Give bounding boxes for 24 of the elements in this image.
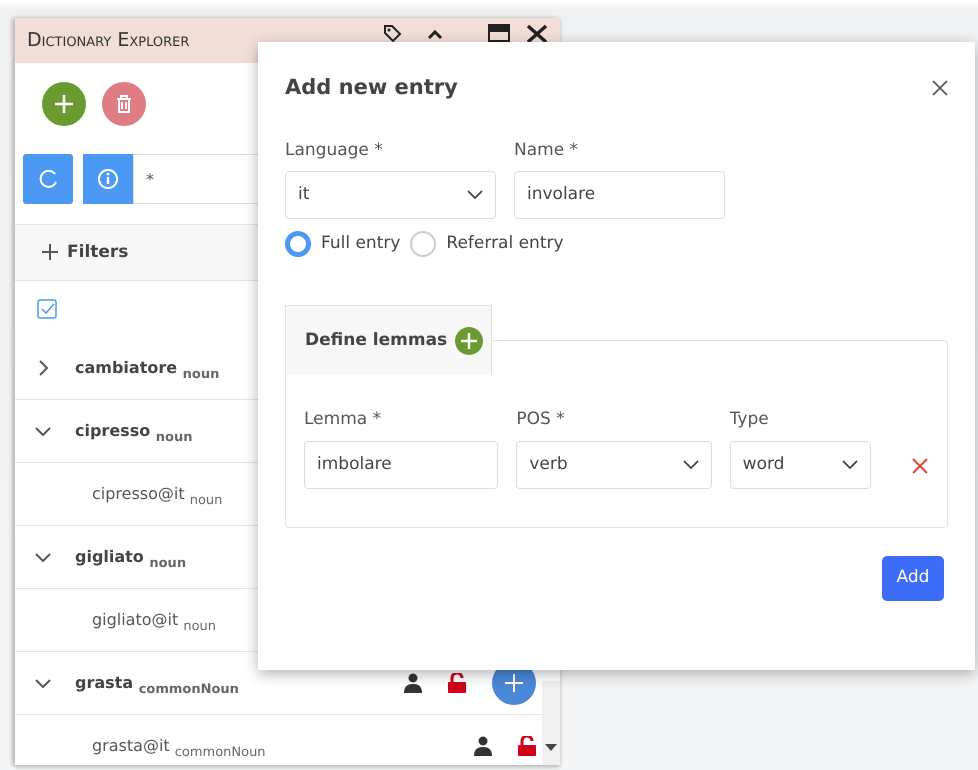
window-title: Dictionary Explorer (27, 28, 190, 54)
filters-button[interactable]: Filters (41, 240, 128, 266)
entry-form[interactable]: grasta@it $_{commonNoun}$ (35, 734, 266, 758)
radio-option[interactable]: Full entry (285, 231, 400, 257)
radio-option[interactable]: Referral entry (410, 231, 564, 257)
entry-form[interactable]: cipresso@it $_{noun}$ (35, 482, 222, 506)
name-field[interactable]: involare (514, 171, 725, 219)
field-label: Language * (285, 138, 384, 162)
dialog-title: Add new entry (285, 74, 458, 101)
entry-lemma[interactable]: grasta $_{commonNoun}$ (75, 670, 239, 695)
field-label: Type (730, 408, 770, 431)
pos-select[interactable]: verb (516, 440, 712, 488)
lemma-field[interactable]: imbolare (304, 440, 498, 488)
field-label: Lemma * (304, 408, 382, 431)
field-label: Name * (514, 138, 580, 162)
entry-lemma[interactable]: cambiatore $_{noun}$ (75, 356, 220, 380)
type-select[interactable]: word (730, 440, 872, 488)
add-button[interactable]: Add (882, 556, 944, 600)
entry-lemma[interactable]: cipresso $_{noun}$ (75, 418, 192, 443)
entry-lemma[interactable]: gigliato $_{noun}$ (75, 544, 186, 569)
lemmas-tab[interactable]: Define lemmas (285, 305, 492, 375)
entry-form[interactable]: gigliato@it $_{noun}$ (35, 608, 216, 632)
language-select[interactable]: it (285, 171, 496, 219)
field-label: POS * (516, 408, 566, 431)
